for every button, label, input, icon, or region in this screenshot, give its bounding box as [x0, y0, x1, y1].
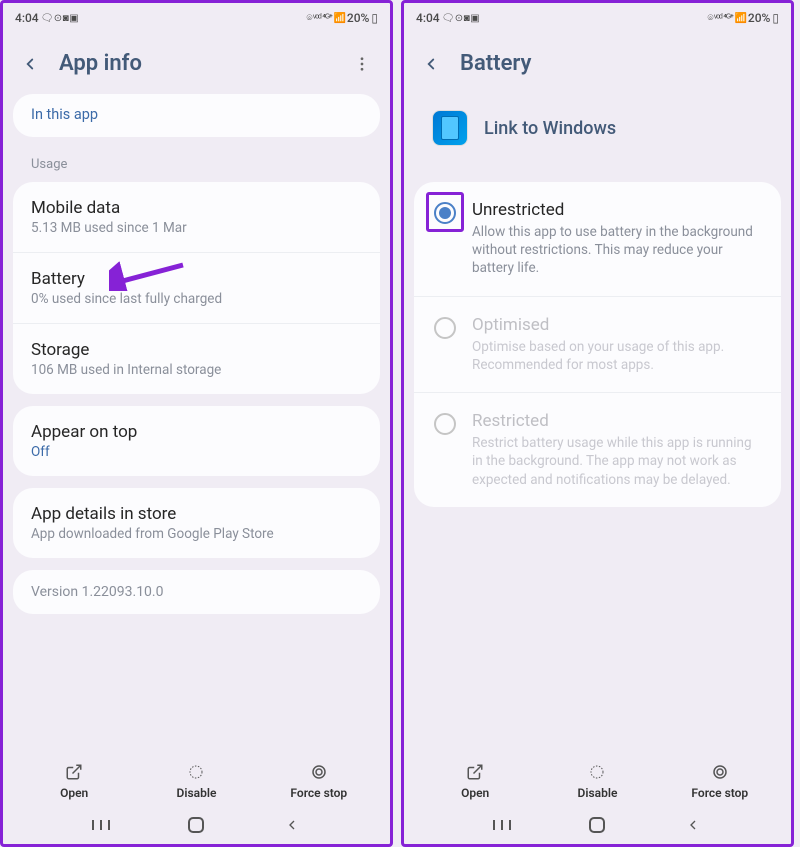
- page-title: App info: [59, 51, 142, 76]
- force-stop-label: Force stop: [290, 786, 347, 800]
- header: App info: [3, 29, 390, 94]
- details-title: App details in store: [31, 504, 362, 524]
- page-title: Battery: [460, 51, 531, 76]
- unrestricted-sub: Allow this app to use battery in the bac…: [472, 223, 761, 278]
- disable-button[interactable]: Disable: [151, 762, 241, 800]
- back-button[interactable]: [19, 53, 41, 75]
- radio-optimised[interactable]: [434, 317, 456, 339]
- navbar: [404, 806, 791, 844]
- mobile-data-title: Mobile data: [31, 198, 362, 218]
- disable-label: Disable: [177, 786, 217, 800]
- link-to-windows-icon: [432, 110, 468, 146]
- bottom-actions: Open Disable Force stop: [404, 752, 791, 806]
- bottom-actions: Open Disable Force stop: [3, 752, 390, 806]
- phone-right: 4:04 🗨 ⊙ ◙ ▣ ⌾ ᵛᵒᵈ ⁴ᴳ⁺ 📶 20% ▯ Battery L…: [401, 0, 794, 847]
- navbar: [3, 806, 390, 844]
- nav-recents[interactable]: [491, 814, 513, 836]
- radio-restricted[interactable]: [434, 413, 456, 435]
- phone-left: 4:04 🗨 ⊙ ◙ ▣ ⌾ ᵛᵒᵈ ⁴ᴳ⁺ 📶 20% ▯ App info …: [0, 0, 393, 847]
- disable-icon: [588, 762, 606, 782]
- optimised-sub: Optimise based on your usage of this app…: [472, 338, 761, 374]
- option-restricted[interactable]: Restricted Restrict battery usage while …: [414, 393, 781, 507]
- option-unrestricted[interactable]: Unrestricted Allow this app to use batte…: [414, 182, 781, 297]
- radio-unrestricted[interactable]: [434, 202, 456, 224]
- restricted-sub: Restrict battery usage while this app is…: [472, 434, 761, 489]
- restricted-title: Restricted: [472, 411, 761, 431]
- force-stop-icon: [310, 762, 328, 782]
- card-version: Version 1.22093.10.0: [13, 570, 380, 614]
- open-icon: [466, 762, 484, 782]
- status-bar: 4:04 🗨 ⊙ ◙ ▣ ⌾ ᵛᵒᵈ ⁴ᴳ⁺ 📶 20% ▯: [404, 3, 791, 29]
- card-details[interactable]: App details in store App downloaded from…: [13, 488, 380, 558]
- row-mobile-data[interactable]: Mobile data 5.13 MB used since 1 Mar: [13, 182, 380, 253]
- disable-button[interactable]: Disable: [552, 762, 642, 800]
- option-optimised[interactable]: Optimised Optimise based on your usage o…: [414, 297, 781, 393]
- appear-title: Appear on top: [31, 422, 362, 442]
- card-appear[interactable]: Appear on top Off: [13, 406, 380, 476]
- storage-sub: 106 MB used in Internal storage: [31, 362, 362, 378]
- force-stop-label: Force stop: [691, 786, 748, 800]
- details-sub: App downloaded from Google Play Store: [31, 526, 362, 542]
- open-button[interactable]: Open: [29, 762, 119, 800]
- status-bar: 4:04 🗨 ⊙ ◙ ▣ ⌾ ᵛᵒᵈ ⁴ᴳ⁺ 📶 20% ▯: [3, 3, 390, 29]
- back-button[interactable]: [420, 53, 442, 75]
- status-right-icons: ⌾ ᵛᵒᵈ ⁴ᴳ⁺ 📶: [708, 13, 746, 24]
- unrestricted-title: Unrestricted: [472, 200, 761, 220]
- force-stop-button[interactable]: Force stop: [274, 762, 364, 800]
- nav-back[interactable]: [682, 814, 704, 836]
- appear-sub: Off: [31, 444, 362, 460]
- open-button[interactable]: Open: [430, 762, 520, 800]
- usage-section-label: Usage: [13, 149, 380, 182]
- force-stop-icon: [711, 762, 729, 782]
- nav-home[interactable]: [185, 814, 207, 836]
- app-row: Link to Windows: [414, 94, 781, 156]
- header: Battery: [404, 29, 791, 94]
- card-battery-options: Unrestricted Allow this app to use batte…: [414, 182, 781, 507]
- status-battery: 20%: [347, 11, 369, 25]
- status-left-icons: 🗨 ⊙ ◙ ▣: [442, 13, 479, 24]
- battery-icon: ▯: [371, 11, 378, 25]
- in-this-app-label: In this app: [13, 94, 380, 137]
- app-name: Link to Windows: [484, 118, 616, 139]
- status-left-icons: 🗨 ⊙ ◙ ▣: [41, 13, 78, 24]
- card-usage: Mobile data 5.13 MB used since 1 Mar Bat…: [13, 182, 380, 394]
- disable-icon: [187, 762, 205, 782]
- open-icon: [65, 762, 83, 782]
- mobile-data-sub: 5.13 MB used since 1 Mar: [31, 220, 362, 236]
- open-label: Open: [461, 786, 489, 800]
- battery-icon: ▯: [772, 11, 779, 25]
- open-label: Open: [60, 786, 88, 800]
- storage-title: Storage: [31, 340, 362, 360]
- version-text: Version 1.22093.10.0: [31, 584, 362, 600]
- row-battery[interactable]: Battery 0% used since last fully charged: [13, 253, 380, 324]
- battery-title: Battery: [31, 269, 362, 289]
- status-right-icons: ⌾ ᵛᵒᵈ ⁴ᴳ⁺ 📶: [307, 13, 345, 24]
- radio-highlight: [426, 192, 464, 232]
- nav-back[interactable]: [281, 814, 303, 836]
- status-battery: 20%: [748, 11, 770, 25]
- force-stop-button[interactable]: Force stop: [675, 762, 765, 800]
- optimised-title: Optimised: [472, 315, 761, 335]
- status-time: 4:04: [15, 11, 39, 25]
- status-time: 4:04: [416, 11, 440, 25]
- nav-home[interactable]: [586, 814, 608, 836]
- nav-recents[interactable]: [90, 814, 112, 836]
- row-storage[interactable]: Storage 106 MB used in Internal storage: [13, 324, 380, 394]
- card-in-this-app[interactable]: In this app: [13, 94, 380, 137]
- disable-label: Disable: [578, 786, 618, 800]
- battery-sub: 0% used since last fully charged: [31, 291, 362, 307]
- more-button[interactable]: [350, 52, 374, 76]
